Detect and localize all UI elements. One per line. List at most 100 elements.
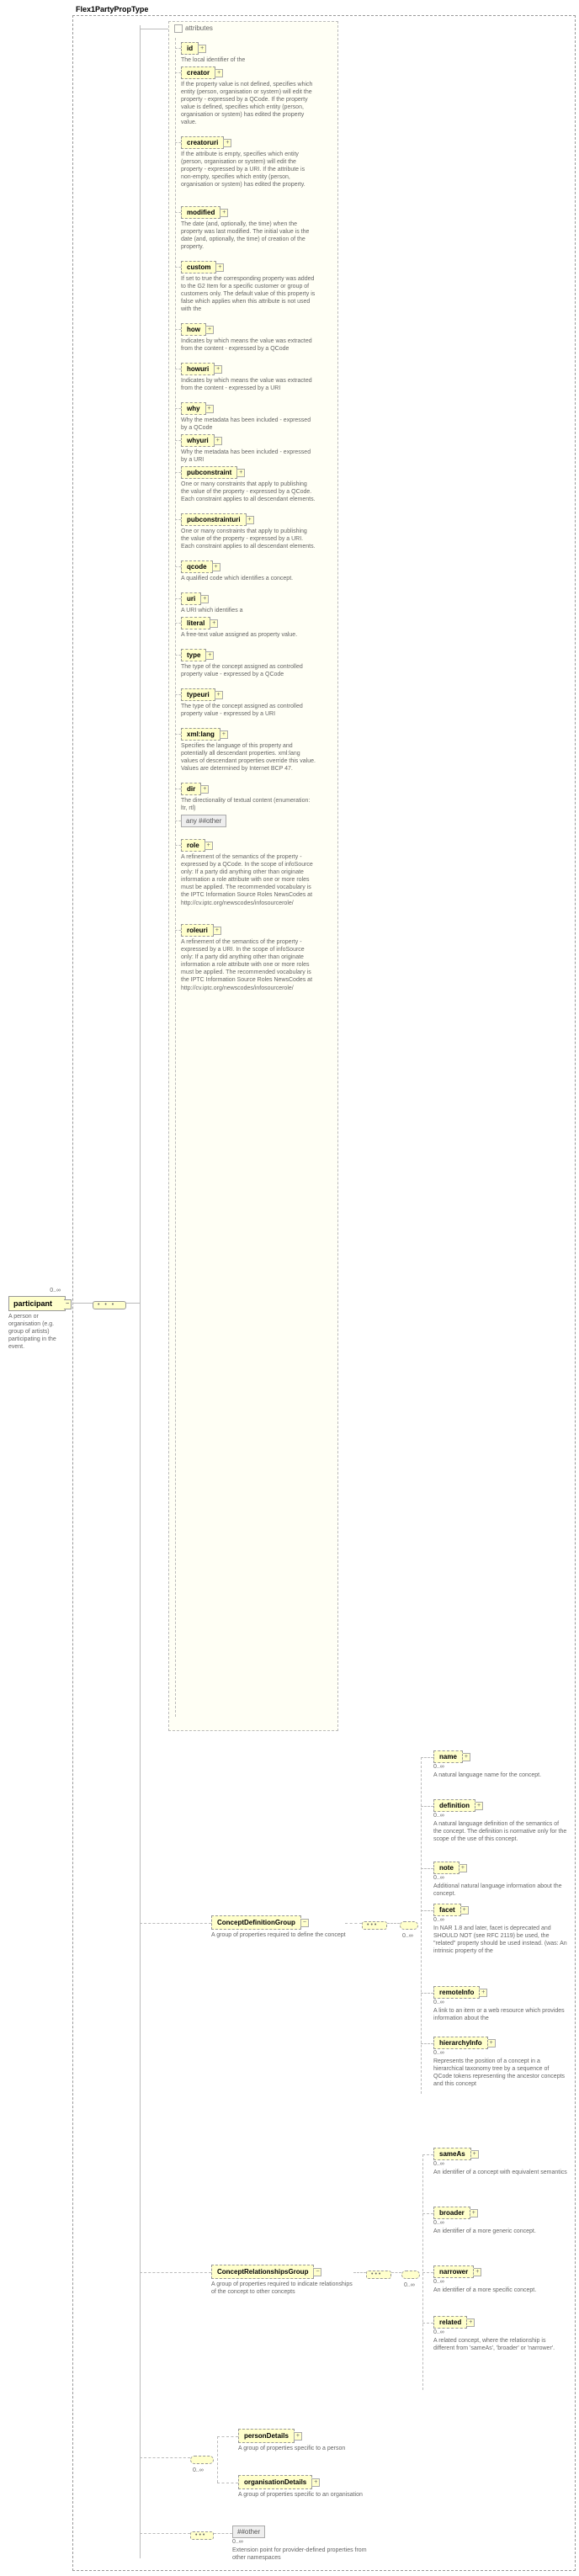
attribute-name: pubconstrainturi	[181, 513, 247, 526]
connector-line	[421, 1806, 433, 1807]
occurrence-badge: 0..∞	[433, 1875, 568, 1881]
attribute-type[interactable]: type+The type of the concept assigned as…	[181, 649, 324, 678]
element-broader[interactable]: broader+0..∞An identifier of a more gene…	[433, 2207, 568, 2235]
connector-line	[214, 2533, 232, 2534]
expand-icon[interactable]: +	[215, 69, 223, 77]
attribute-custom[interactable]: custom+If set to true the corresponding …	[181, 261, 324, 313]
expand-icon[interactable]: +	[466, 2318, 475, 2327]
element-name: related	[433, 2316, 467, 2329]
expand-icon[interactable]: +	[214, 437, 222, 445]
expand-icon[interactable]: +	[473, 2268, 481, 2276]
expand-icon[interactable]: +	[214, 365, 222, 374]
attribute-xml-lang[interactable]: xml:lang+Specifies the language of this …	[181, 728, 324, 773]
choice-connector	[190, 2451, 214, 2467]
attribute-how[interactable]: how+ Indicates by which means the value w…	[181, 323, 324, 353]
attribute-desc: One or many constraints that apply to pu…	[181, 481, 324, 503]
collapse-icon[interactable]	[174, 24, 183, 33]
attributes-header: attributes	[174, 24, 213, 33]
attribute-any---other[interactable]: any ##other	[181, 815, 324, 827]
attribute-desc: The type of the concept assigned as cont…	[181, 703, 324, 718]
attribute-desc: If set to true the corresponding propert…	[181, 275, 324, 313]
expand-icon[interactable]: +	[205, 326, 214, 334]
element-facet[interactable]: facet+0..∞In NAR 1.8 and later, facet is…	[433, 1904, 568, 1955]
expand-icon[interactable]: +	[470, 2150, 479, 2159]
attribute-role[interactable]: role+A refinement of the semantics of th…	[181, 839, 324, 907]
attribute-desc: Indicates by which means the value was e…	[181, 337, 324, 353]
expand-icon[interactable]: +	[200, 785, 209, 794]
expand-icon[interactable]: +	[198, 45, 206, 53]
concept-definition-group[interactable]: ConceptDefinitionGroup− A group of prope…	[211, 1915, 346, 1939]
expand-icon[interactable]: +	[475, 1802, 483, 1810]
expand-icon[interactable]: +	[479, 1989, 487, 1997]
attribute-pubconstrainturi[interactable]: pubconstrainturi+One or many constraints…	[181, 513, 324, 550]
attribute-creator[interactable]: creator+If the property value is not def…	[181, 66, 324, 127]
expand-icon[interactable]: +	[205, 405, 214, 413]
expand-icon[interactable]: +	[205, 842, 213, 850]
expand-icon[interactable]: +	[220, 730, 228, 739]
expand-icon[interactable]: +	[462, 1753, 470, 1761]
element-note[interactable]: note+0..∞Additional natural language inf…	[433, 1862, 568, 1898]
person-details-element[interactable]: personDetails+ A group of properties spe…	[238, 2429, 345, 2452]
connector-line	[422, 2154, 433, 2155]
attribute-uri[interactable]: uri+A URI which identifies a	[181, 592, 324, 614]
expand-icon[interactable]: +	[205, 651, 214, 660]
element-sameas[interactable]: sameAs+0..∞An identifier of a concept wi…	[433, 2148, 568, 2176]
expand-icon[interactable]: +	[213, 927, 221, 935]
element-remoteinfo[interactable]: remoteInfo+0..∞A link to an item or a we…	[433, 1986, 568, 2022]
attribute-whyuri[interactable]: whyuri+Why the metadata has been include…	[181, 434, 324, 464]
connector-line	[175, 72, 181, 73]
expand-icon[interactable]: +	[200, 595, 209, 603]
attribute-literal[interactable]: literal+A free-text value assigned as pr…	[181, 617, 324, 639]
occurrence-badge: 0..∞	[433, 2329, 568, 2335]
attribute-howuri[interactable]: howuri+Indicates by which means the valu…	[181, 363, 324, 392]
attribute-name: type	[181, 649, 206, 661]
occurrence-badge: 0..∞	[433, 1764, 568, 1770]
root-element[interactable]: 0..∞ participant− A person or organisati…	[8, 1296, 66, 1351]
element-narrower[interactable]: narrower+0..∞An identifier of a more spe…	[433, 2265, 568, 2294]
connector-line	[175, 329, 181, 330]
element-hierarchyinfo[interactable]: hierarchyInfo+0..∞Represents the positio…	[433, 2037, 568, 2088]
connector-line	[175, 845, 181, 846]
expand-icon[interactable]: +	[215, 691, 223, 699]
expand-icon[interactable]: +	[215, 263, 224, 272]
sequence-connector: • • •	[93, 1296, 126, 1313]
expand-icon[interactable]: +	[294, 2432, 302, 2441]
attribute-dir[interactable]: dir+The directionality of textual conten…	[181, 783, 324, 812]
connector-line	[421, 1993, 433, 1994]
attribute-typeuri[interactable]: typeuri+The type of the concept assigned…	[181, 688, 324, 718]
expand-icon[interactable]: +	[470, 2209, 478, 2217]
attribute-name: how	[181, 323, 206, 336]
expand-icon[interactable]: +	[311, 2478, 320, 2487]
element-related[interactable]: related+0..∞A related concept, where the…	[433, 2316, 568, 2352]
attribute-creatoruri[interactable]: creatoruri+If the attribute is empty, sp…	[181, 136, 324, 189]
attribute-name: creatoruri	[181, 136, 224, 149]
expand-icon[interactable]: +	[246, 516, 254, 524]
connector-line	[175, 598, 181, 599]
expand-icon[interactable]: +	[487, 2039, 496, 2048]
connector-line	[391, 2272, 401, 2273]
element-definition[interactable]: definition+0..∞A natural language defini…	[433, 1799, 568, 1843]
expand-icon[interactable]: +	[460, 1906, 469, 1915]
attribute-pubconstraint[interactable]: pubconstraint+One or many constraints th…	[181, 466, 324, 503]
expand-icon[interactable]: +	[236, 469, 245, 477]
expand-icon[interactable]: −	[300, 1919, 309, 1927]
organisation-details-element[interactable]: organisationDetails+ A group of properti…	[238, 2475, 363, 2499]
attribute-why[interactable]: why+Why the metadata has been included -…	[181, 402, 324, 432]
expand-icon[interactable]: −	[64, 1299, 72, 1309]
concept-relationships-group[interactable]: ConceptRelationshipsGroup− A group of pr…	[211, 2265, 354, 2296]
attribute-name: role	[181, 839, 205, 852]
attribute-id[interactable]: id+The local identifier of the	[181, 42, 324, 64]
attribute-desc: A qualified code which identifies a conc…	[181, 575, 324, 582]
expand-icon[interactable]: +	[223, 139, 231, 147]
any-other-element[interactable]: ##other 0..∞ Extension point for provide…	[232, 2526, 367, 2562]
attribute-modified[interactable]: modified+The date (and, optionally, the …	[181, 206, 324, 251]
attribute-roleuri[interactable]: roleuri+A refinement of the semantics of…	[181, 924, 324, 992]
attribute-qcode[interactable]: qcode+A qualified code which identifies …	[181, 560, 324, 582]
expand-icon[interactable]: +	[220, 209, 228, 217]
expand-icon[interactable]: +	[210, 619, 218, 628]
expand-icon[interactable]: +	[212, 563, 220, 571]
element-name[interactable]: name+0..∞A natural language name for the…	[433, 1750, 568, 1779]
expand-icon[interactable]: +	[459, 1864, 467, 1872]
connector-line	[126, 1303, 140, 1304]
expand-icon[interactable]: −	[313, 2268, 321, 2276]
